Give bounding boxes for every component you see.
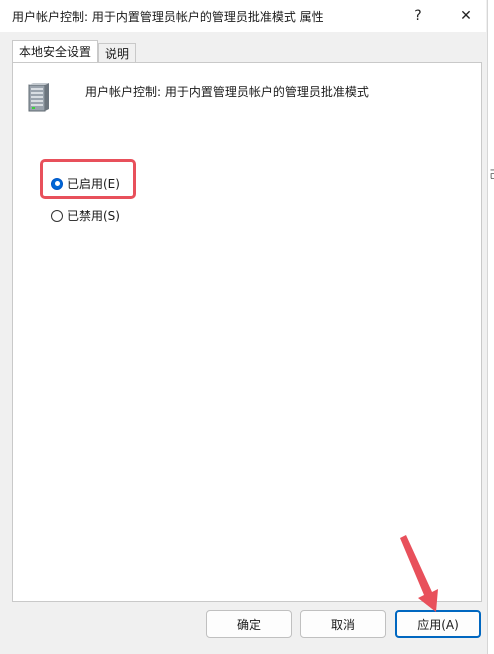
tab-local-security-setting[interactable]: 本地安全设置 [12,40,99,62]
tab-label: 本地安全设置 [19,45,92,59]
radio-button-unselected[interactable] [51,209,63,222]
window-title: 用户帐户控制: 用于内置管理员帐户的管理员批准模式 属性 [12,10,324,24]
tab-strip: 本地安全设置 说明 [12,40,137,64]
radio-disabled-label: 已禁用(S) [67,209,120,223]
ok-button[interactable]: 确定 [206,610,292,638]
background-window-edge: 己 [487,0,494,654]
close-icon: ✕ [460,8,472,24]
title-bar: 用户帐户控制: 用于内置管理员帐户的管理员批准模式 属性 ? ✕ [0,0,486,32]
server-computer-icon [28,83,49,112]
background-text-fragment: 己 [489,166,494,182]
radio-button-selected[interactable] [51,177,63,190]
tab-label: 说明 [105,47,130,61]
properties-dialog: 用户帐户控制: 用于内置管理员帐户的管理员批准模式 属性 ? ✕ 本地安全设置 … [0,0,494,654]
apply-button[interactable]: 应用(A) [395,610,481,638]
close-button[interactable]: ✕ [446,0,486,32]
tab-panel: 用户帐户控制: 用于内置管理员帐户的管理员批准模式 已启用(E) 已禁用(S) [12,62,482,602]
tab-explain[interactable]: 说明 [98,43,137,63]
policy-name: 用户帐户控制: 用于内置管理员帐户的管理员批准模式 [85,85,369,99]
radio-enabled[interactable]: 已启用(E) [51,175,120,192]
radio-enabled-label: 已启用(E) [67,177,120,191]
help-icon: ? [414,8,422,24]
help-button[interactable]: ? [398,0,438,32]
radio-disabled[interactable]: 已禁用(S) [51,207,120,224]
cancel-button[interactable]: 取消 [300,610,386,638]
